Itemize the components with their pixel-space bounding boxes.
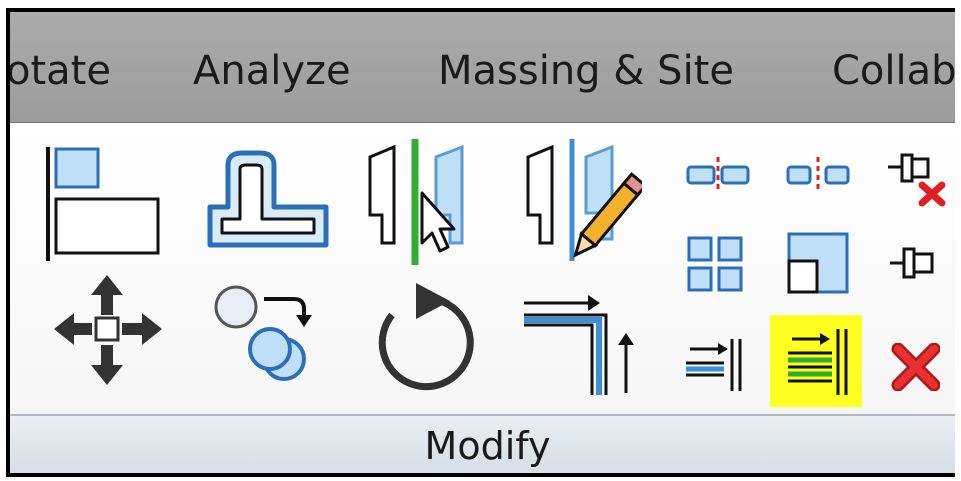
scale-icon[interactable] [786,231,852,297]
split-element-icon[interactable] [686,155,750,195]
modify-panel-footer[interactable]: Modify [10,414,955,473]
tab-collaborate[interactable]: Collab [832,48,955,94]
unpin-icon[interactable] [886,145,948,207]
align-icon[interactable] [44,143,164,268]
trim-extend-single-element-icon[interactable] [684,335,746,395]
ribbon-window: otate Analyze Massing & Site Collab Modi… [6,8,955,477]
modify-panel-body [10,122,955,415]
trim-extend-to-corner-icon[interactable] [518,281,638,397]
pin-icon[interactable] [888,241,938,285]
ribbon-tab-bar: otate Analyze Massing & Site Collab [10,12,955,122]
tab-analyze[interactable]: Analyze [193,48,351,94]
mirror-draw-axis-icon[interactable] [522,135,642,270]
array-icon[interactable] [686,235,746,295]
trim-extend-multiple-elements-icon[interactable] [770,315,862,407]
mirror-pick-axis-icon[interactable] [364,135,474,270]
tab-massing-site[interactable]: Massing & Site [438,48,734,94]
delete-icon[interactable] [890,343,940,391]
rotate-icon[interactable] [370,279,480,399]
split-with-gap-icon[interactable] [786,155,850,195]
copy-icon[interactable] [208,279,328,389]
panel-title: Modify [424,424,551,468]
offset-icon[interactable] [202,145,332,255]
move-icon[interactable] [50,271,166,389]
tab-annotate[interactable]: otate [10,48,111,94]
